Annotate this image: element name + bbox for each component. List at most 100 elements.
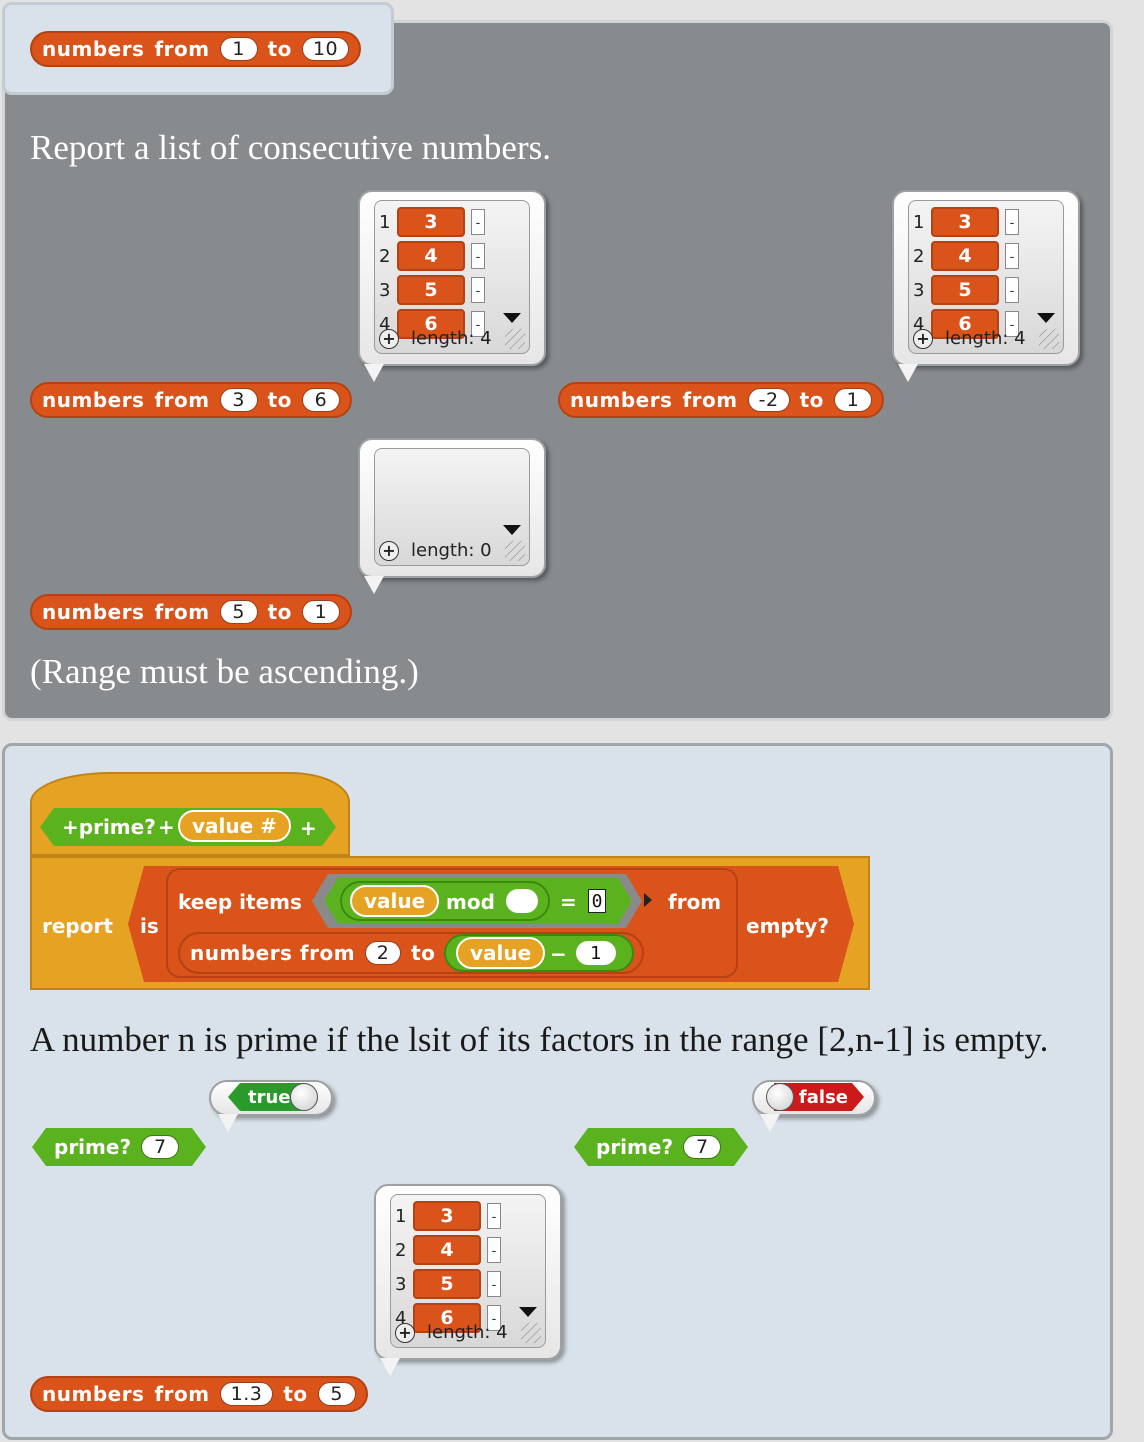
remove-item-button[interactable]: - — [487, 1237, 501, 1263]
from-slot[interactable]: 3 — [219, 388, 258, 412]
bubble-tail — [760, 1114, 780, 1132]
add-item-icon[interactable]: + — [395, 1322, 415, 1343]
list-watcher: 13- 24- 35- 46- + length: 4 — [390, 1194, 546, 1348]
list-cell: 5 — [931, 275, 999, 305]
to-slot[interactable]: 1 — [301, 600, 340, 624]
bubble-tail — [364, 576, 384, 594]
list-index: 2 — [379, 245, 391, 267]
remove-item-button[interactable]: - — [1005, 209, 1019, 235]
keep-items-label: keep items — [178, 890, 302, 914]
empty-slot[interactable] — [506, 889, 538, 913]
from-slot[interactable]: 1.3 — [219, 1382, 274, 1406]
list-length-label: length: 4 — [945, 328, 1026, 349]
block-word-to: to — [411, 941, 436, 965]
block-name-label: prime? — [78, 815, 156, 839]
block-word-numbers: numbers — [42, 600, 145, 624]
from-slot[interactable]: 2 — [365, 941, 402, 965]
prime-block-a[interactable]: prime? 7 — [32, 1128, 206, 1166]
block-word-to: to — [267, 388, 292, 412]
block-word-to: to — [267, 600, 292, 624]
list-length-label: length: 4 — [427, 1322, 508, 1343]
resize-handle-icon[interactable] — [505, 541, 525, 561]
plus-icon[interactable]: + — [300, 816, 317, 840]
value-variable[interactable]: value — [350, 885, 440, 917]
add-item-icon[interactable]: + — [379, 540, 399, 561]
list-index: 3 — [913, 279, 925, 301]
remove-item-button[interactable]: - — [1005, 243, 1019, 269]
add-item-icon[interactable]: + — [913, 328, 933, 349]
resize-handle-icon[interactable] — [1039, 329, 1059, 349]
remove-item-button[interactable]: - — [471, 243, 485, 269]
numbers-from-block-b[interactable]: numbers from -2 to 1 — [558, 382, 884, 418]
remove-item-button[interactable]: - — [471, 277, 485, 303]
bubble-tail — [218, 1114, 238, 1132]
bubble-tail — [364, 364, 384, 382]
list-result-bubble-b: 13- 24- 35- 46- + length: 4 — [892, 190, 1080, 366]
numbers-from-block-d[interactable]: numbers from 1.3 to 5 — [30, 1376, 368, 1412]
list-result-bubble-c: 13- 24- 35- 46- + length: 4 — [374, 1184, 562, 1360]
list-index: 2 — [913, 245, 925, 267]
remove-item-button[interactable]: - — [471, 209, 485, 235]
value-variable[interactable]: value — [456, 937, 546, 969]
resize-handle-icon[interactable] — [521, 1323, 541, 1343]
list-cell: 4 — [413, 1235, 481, 1265]
plus-icon[interactable]: + — [158, 815, 175, 839]
prime-block-b[interactable]: prime? 7 — [574, 1128, 748, 1166]
param-value-pill[interactable]: value # — [178, 810, 291, 842]
list-index: 1 — [395, 1205, 407, 1227]
numbers-from-block-header[interactable]: numbers from 1 to 10 — [30, 31, 362, 67]
dropdown-arrow-icon[interactable] — [519, 1307, 537, 1317]
block-word-numbers: numbers — [570, 388, 673, 412]
toggle-knob-icon — [290, 1083, 318, 1111]
from-slot[interactable]: 1 — [219, 37, 258, 61]
list-cell: 5 — [397, 275, 465, 305]
bubble-tail — [898, 364, 918, 382]
block-word-to: to — [267, 37, 292, 61]
empty-list-bubble: + length: 0 — [358, 438, 546, 578]
to-slot[interactable]: 10 — [301, 37, 350, 61]
report-label: report — [42, 914, 113, 938]
section1-description: Report a list of consecutive numbers. — [30, 128, 551, 167]
to-slot[interactable]: 5 — [317, 1382, 356, 1406]
block-word-numbers: numbers — [42, 1382, 145, 1406]
to-slot[interactable]: 1 — [833, 388, 872, 412]
list-cell: 5 — [413, 1269, 481, 1299]
block-word-to: to — [283, 1382, 308, 1406]
dropdown-arrow-icon[interactable] — [503, 525, 521, 535]
remove-item-button[interactable]: - — [487, 1203, 501, 1229]
list-cell: 4 — [931, 241, 999, 271]
plus-icon[interactable]: + — [62, 815, 79, 839]
equals-value-slot[interactable]: 0 — [588, 889, 606, 913]
add-item-icon[interactable]: + — [379, 328, 399, 349]
minus-value-slot[interactable]: 1 — [576, 941, 616, 965]
numbers-from-block-a[interactable]: numbers from 3 to 6 — [30, 382, 352, 418]
from-slot[interactable]: -2 — [747, 388, 790, 412]
list-index: 1 — [913, 211, 925, 233]
block-name-label: prime? — [54, 1135, 132, 1159]
remove-item-button[interactable]: - — [487, 1271, 501, 1297]
list-cell: 4 — [397, 241, 465, 271]
empty-label: empty? — [746, 914, 829, 938]
to-slot[interactable]: 6 — [301, 388, 340, 412]
list-index: 3 — [395, 1273, 407, 1295]
arg-slot[interactable]: 7 — [141, 1135, 179, 1159]
list-index: 3 — [379, 279, 391, 301]
bubble-tail — [380, 1358, 400, 1376]
arrow-right-icon[interactable] — [644, 893, 652, 907]
list-watcher: 13- 24- 35- 46- + length: 4 — [908, 200, 1064, 354]
resize-handle-icon[interactable] — [505, 329, 525, 349]
dropdown-arrow-icon[interactable] — [1037, 313, 1055, 323]
minus-label: − — [550, 942, 567, 966]
list-watcher: + length: 0 — [374, 448, 530, 566]
list-watcher: 13- 24- 35- 46- + length: 4 — [374, 200, 530, 354]
from-slot[interactable]: 5 — [219, 600, 258, 624]
dropdown-arrow-icon[interactable] — [503, 313, 521, 323]
range-note: (Range must be ascending.) — [30, 652, 419, 691]
list-length-label: length: 4 — [411, 328, 492, 349]
equals-label: = — [560, 890, 577, 914]
block-word-from: from — [154, 388, 210, 412]
remove-item-button[interactable]: - — [1005, 277, 1019, 303]
numbers-from-block-c[interactable]: numbers from 5 to 1 — [30, 594, 352, 630]
arg-slot[interactable]: 7 — [683, 1135, 721, 1159]
block-word-numbers: numbers — [42, 388, 145, 412]
